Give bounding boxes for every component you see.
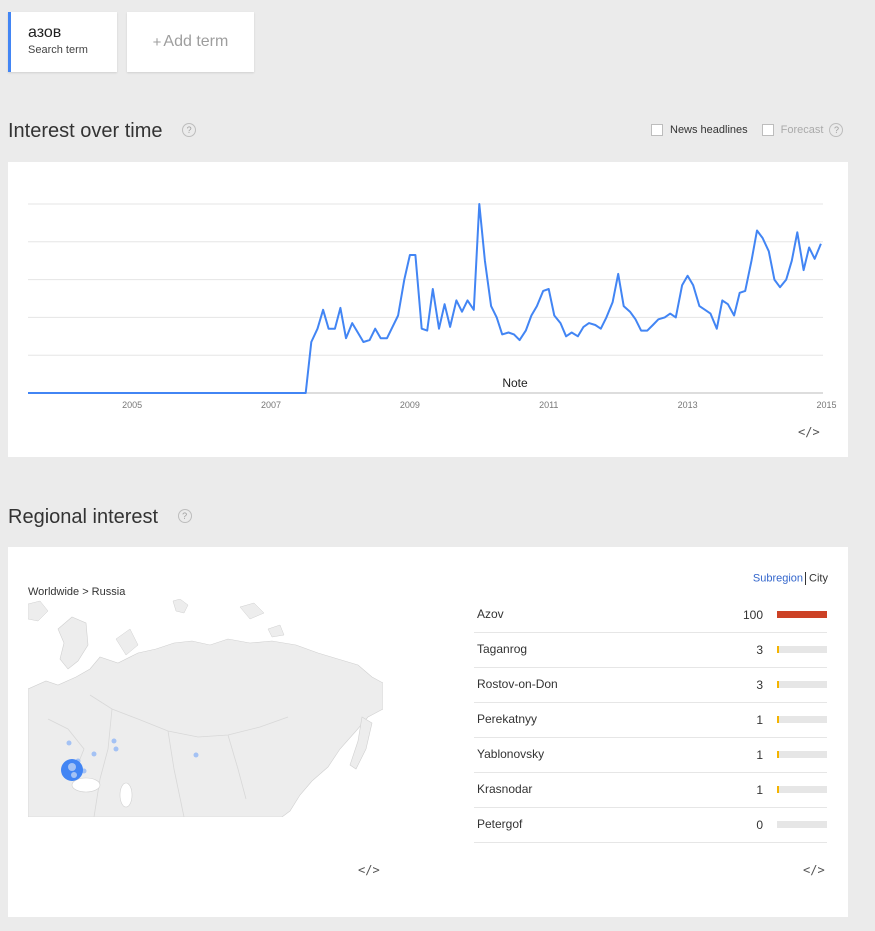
interest-over-time-panel: 2005 2007 2009 2011 2013 2015 Note </> [8, 162, 848, 457]
interest-over-time-title: Interest over time ? [8, 120, 197, 143]
region-bar [777, 646, 827, 653]
regional-interest-title: Regional interest ? [8, 506, 192, 529]
x-tick-label: 2013 [678, 400, 698, 410]
x-tick-label: 2005 [122, 400, 142, 410]
map-embed-code-icon[interactable]: </> [358, 863, 380, 877]
map-svg [27, 598, 384, 818]
region-bar-fill [777, 646, 779, 653]
region-bar-fill [777, 751, 779, 758]
x-tick-label: 2009 [400, 400, 420, 410]
forecast-checkbox[interactable] [761, 124, 774, 136]
region-row[interactable]: Rostov-on-Don 3 [474, 668, 827, 703]
add-term-button[interactable]: + Add term [127, 12, 254, 72]
help-icon[interactable]: ? [182, 122, 197, 137]
search-term-card[interactable]: азов Search term [8, 12, 117, 72]
region-value: 1 [756, 748, 763, 762]
plus-icon: + [152, 33, 162, 51]
news-headlines-checkbox[interactable] [651, 124, 663, 136]
embed-code-icon[interactable]: </> [798, 425, 820, 439]
breadcrumb[interactable]: Worldwide > Russia [28, 586, 125, 598]
x-tick-label: 2015 [816, 400, 836, 410]
region-name: Petergof [477, 817, 523, 831]
region-bar-fill [777, 681, 779, 688]
region-row[interactable]: Petergof 0 [474, 808, 827, 843]
news-headlines-option[interactable]: News headlines [651, 124, 748, 136]
list-embed-code-icon[interactable]: </> [803, 863, 825, 877]
search-term-text: азов [28, 24, 62, 41]
forecast-option[interactable]: Forecast [761, 124, 824, 136]
region-name: Krasnodar [477, 782, 533, 796]
news-headlines-label: News headlines [670, 124, 748, 136]
add-term-label: Add term [163, 33, 229, 50]
region-value: 1 [756, 783, 763, 797]
region-list: Azov 100 Taganrog 3 Rostov-on-Don 3 Perekatnyy… [474, 598, 827, 843]
note-label[interactable]: Note [502, 376, 528, 390]
region-name: Taganrog [477, 642, 528, 656]
series-line-azov[interactable] [28, 203, 822, 394]
regional-interest-title-text: Regional interest [8, 506, 159, 528]
help-icon[interactable]: ? [177, 508, 192, 523]
region-row[interactable]: Azov 100 [474, 598, 827, 633]
region-row[interactable]: Perekatnyy 1 [474, 703, 827, 738]
x-tick-label: 2011 [539, 400, 558, 410]
regional-interest-panel: Worldwide > Russia </> Subregion City Az… [8, 547, 848, 917]
region-bar-fill [777, 716, 779, 723]
interest-over-time-title-text: Interest over time [8, 120, 163, 142]
region-value: 0 [756, 818, 763, 832]
region-bar-fill [777, 611, 827, 618]
region-name: Yablonovsky [477, 747, 545, 761]
search-term-label: Search term [28, 44, 88, 56]
region-bar [777, 821, 827, 828]
region-value: 3 [756, 678, 763, 692]
region-value: 3 [756, 643, 763, 657]
toggle-divider [805, 572, 807, 585]
region-bar [777, 716, 827, 723]
region-view-toggle: Subregion City [753, 572, 828, 585]
forecast-label: Forecast [780, 124, 824, 136]
region-bar [777, 786, 827, 793]
region-name: Rostov-on-Don [477, 677, 558, 691]
region-bar [777, 681, 827, 688]
chart-options: News headlines Forecast ? [651, 123, 844, 137]
region-row[interactable]: Yablonovsky 1 [474, 738, 827, 773]
region-map[interactable] [27, 598, 384, 818]
interest-over-time-chart: 2005 2007 2009 2011 2013 2015 Note [28, 203, 836, 410]
subregion-toggle[interactable]: Subregion [753, 572, 803, 584]
x-tick-label: 2007 [261, 400, 281, 410]
region-bar [777, 611, 827, 618]
region-row[interactable]: Taganrog 3 [474, 633, 827, 668]
forecast-help-icon[interactable]: ? [829, 123, 844, 137]
region-row[interactable]: Krasnodar 1 [474, 773, 827, 808]
region-name: Perekatnyy [477, 712, 538, 726]
region-value: 100 [742, 608, 763, 622]
region-name: Azov [477, 607, 504, 621]
city-toggle[interactable]: City [809, 572, 828, 584]
region-value: 1 [756, 713, 763, 727]
region-bar-fill [777, 786, 779, 793]
region-bar [777, 751, 827, 758]
